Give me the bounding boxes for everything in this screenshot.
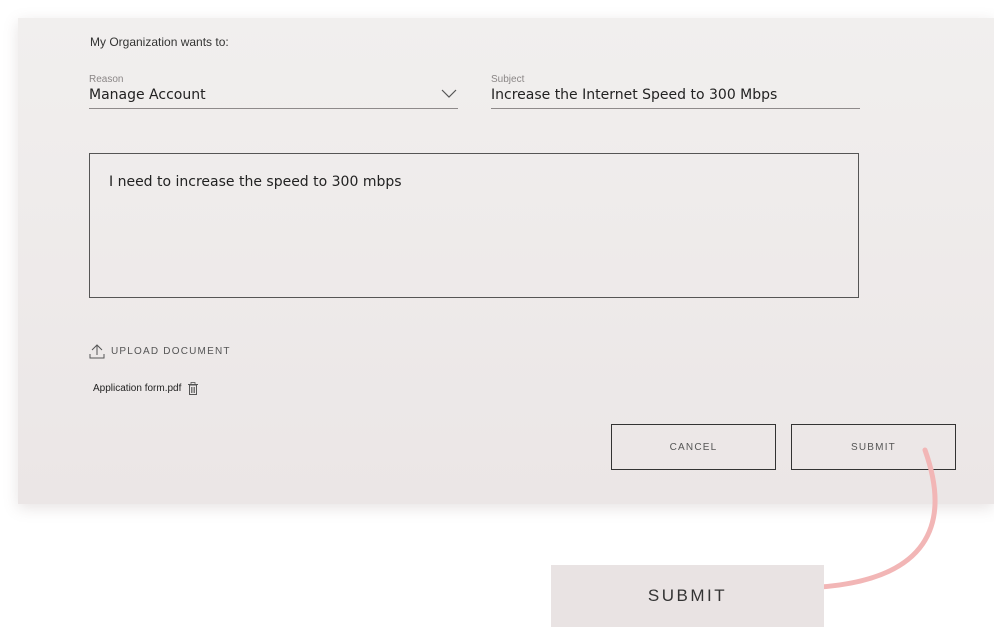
trash-icon[interactable]	[187, 381, 199, 395]
upload-document-button[interactable]: UPLOAD DOCUMENT	[89, 342, 231, 360]
upload-icon	[89, 344, 105, 359]
reason-value: Manage Account	[89, 87, 206, 103]
submit-button[interactable]: SUBMIT	[791, 424, 956, 470]
attachment-item: Application form.pdf	[93, 380, 199, 396]
form-heading: My Organization wants to:	[90, 35, 229, 49]
message-textarea[interactable]: I need to increase the speed to 300 mbps	[89, 153, 859, 298]
chevron-down-icon[interactable]	[440, 86, 458, 100]
submit-callout-button[interactable]: SUBMIT	[551, 565, 824, 627]
reason-label: Reason	[89, 74, 124, 85]
message-text: I need to increase the speed to 300 mbps	[109, 174, 402, 190]
reason-dropdown[interactable]: Reason Manage Account	[89, 72, 458, 109]
subject-label: Subject	[491, 74, 525, 85]
upload-label: UPLOAD DOCUMENT	[111, 345, 231, 357]
subject-value: Increase the Internet Speed to 300 Mbps	[491, 87, 778, 103]
cancel-button[interactable]: CANCEL	[611, 424, 776, 470]
attachment-name: Application form.pdf	[93, 382, 182, 394]
subject-field[interactable]: Subject Increase the Internet Speed to 3…	[491, 72, 860, 109]
